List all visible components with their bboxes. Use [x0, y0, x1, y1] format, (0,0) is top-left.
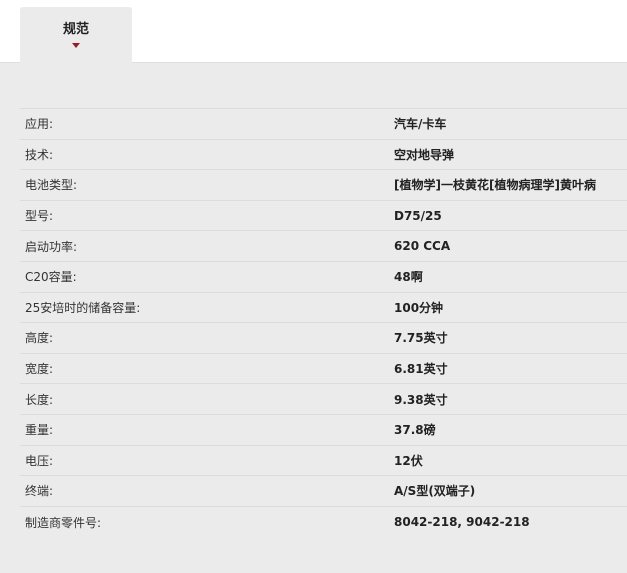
spec-value: 6.81英寸	[394, 362, 448, 377]
spec-value: [植物学]一枝黄花[植物病理学]黄叶病	[394, 178, 596, 193]
spec-value: D75/25	[394, 208, 442, 223]
spec-label: 重量:	[25, 423, 54, 438]
spec-row-width: 宽度: 6.81英寸	[20, 354, 627, 385]
spec-row-battery-type: 电池类型: [植物学]一枝黄花[植物病理学]黄叶病	[20, 170, 627, 201]
spec-label: 启动功率:	[25, 239, 78, 254]
spec-value: 12伏	[394, 453, 423, 468]
spec-label: 电压:	[25, 453, 54, 468]
spec-row-voltage: 电压: 12伏	[20, 446, 627, 477]
spec-value: 37.8磅	[394, 423, 436, 438]
spec-row-application: 应用: 汽车/卡车	[20, 109, 627, 140]
tab-specifications[interactable]: 规范	[20, 7, 132, 64]
spec-row-weight: 重量: 37.8磅	[20, 415, 627, 446]
spec-row-part-number: 制造商零件号: 8042-218, 9042-218	[20, 507, 627, 538]
spec-value: 620 CCA	[394, 239, 451, 254]
spec-label: 电池类型:	[25, 178, 78, 193]
spec-row-terminal: 终端: A/S型(双端子)	[20, 476, 627, 507]
tab-bar: 规范	[0, 0, 627, 64]
caret-down-icon	[72, 43, 80, 48]
spec-label: 终端:	[25, 484, 54, 499]
spec-label: 型号:	[25, 209, 54, 224]
spec-value: 7.75英寸	[394, 331, 448, 346]
spec-label: 高度:	[25, 331, 54, 346]
spec-row-model: 型号: D75/25	[20, 201, 627, 232]
spec-value: 48啊	[394, 270, 423, 285]
tab-label: 规范	[62, 22, 89, 37]
spec-label: 技术:	[25, 147, 54, 162]
spec-label: 长度:	[25, 392, 54, 407]
spec-row-length: 长度: 9.38英寸	[20, 384, 627, 415]
spec-label: 25安培时的储备容量:	[25, 300, 141, 315]
spec-value: 汽车/卡车	[394, 117, 447, 132]
specifications-table: 应用: 汽车/卡车 技术: 空对地导弹 电池类型: [植物学]一枝黄花[植物病理…	[20, 108, 627, 537]
spec-row-height: 高度: 7.75英寸	[20, 323, 627, 354]
spec-row-cranking-power: 启动功率: 620 CCA	[20, 231, 627, 262]
spec-label: 应用:	[25, 117, 54, 132]
spec-row-technology: 技术: 空对地导弹	[20, 140, 627, 171]
spec-value: A/S型(双端子)	[394, 484, 476, 499]
spec-label: 制造商零件号:	[25, 515, 102, 530]
spec-value: 100分钟	[394, 300, 444, 315]
spec-row-c20-capacity: C20容量: 48啊	[20, 262, 627, 293]
spec-value: 8042-218, 9042-218	[394, 515, 530, 530]
spec-label: 宽度:	[25, 362, 54, 377]
spec-row-reserve-capacity: 25安培时的储备容量: 100分钟	[20, 293, 627, 324]
spec-value: 9.38英寸	[394, 392, 448, 407]
spec-value: 空对地导弹	[394, 147, 455, 162]
spec-label: C20容量:	[25, 270, 77, 285]
